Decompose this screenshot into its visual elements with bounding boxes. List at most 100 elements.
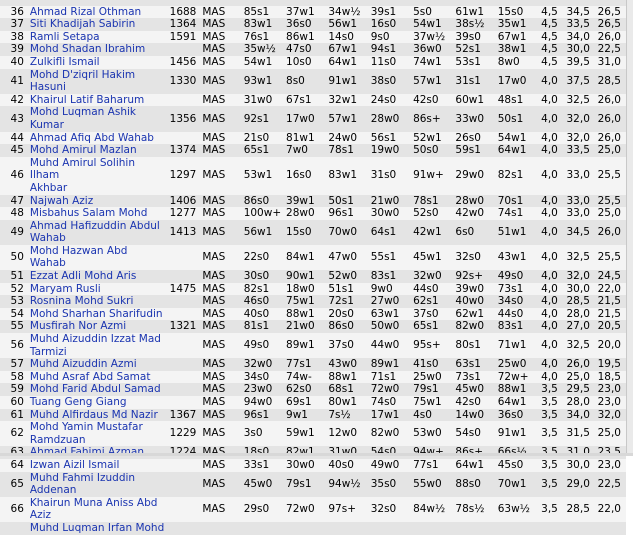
player-name-link[interactable]: Ahmad Hafizuddin Abdul [30, 220, 160, 232]
round-7-cell: 71w1 [495, 333, 541, 359]
federation-cell [200, 521, 242, 535]
player-name-link[interactable]: Mohd Luqman Ashik Kumar [30, 106, 136, 131]
player-name-link[interactable]: Ahmad Afiq Abd Wahab [30, 132, 154, 144]
rating-cell: 1229 [165, 421, 201, 447]
player-name-link[interactable]: Mohd Yamin Mustafar [30, 421, 143, 433]
points-cell: 3,5 [540, 421, 561, 447]
round-5-cell [411, 521, 454, 535]
player-name-link[interactable]: Muhd Fahmi Izuddin Addenan [30, 472, 135, 497]
player-name-link[interactable]: Ramli Setapa [30, 31, 100, 43]
table-row: 61 Muhd Alfirdaus Md Nazir 1367 MAS 96s1 9w1 7… [0, 408, 626, 422]
player-name-cell: Mohd D'ziqril Hakim Hasuni [27, 68, 166, 94]
rating-cell [165, 358, 201, 371]
tiebreak-1-cell: 34,5 [560, 219, 595, 245]
player-name-link[interactable]: Muhd Amirul Solihin Ilham [30, 157, 135, 182]
player-name-cell: Musfirah Nor Azmi [27, 320, 166, 334]
round-2-cell: 69s1 [284, 396, 327, 409]
player-name-link[interactable]: Muhd Alfirdaus Md Nazir [30, 409, 158, 421]
player-name-cell: Najwah Aziz [27, 194, 166, 208]
rank-cell: 58 [0, 370, 28, 384]
rating-cell [165, 521, 201, 535]
round-1-cell: 54w1 [241, 55, 285, 69]
round-5-cell: 57w1 [411, 68, 454, 94]
player-name-link[interactable]: — [30, 0, 41, 5]
rating-cell [165, 43, 201, 56]
round-4-cell: 82w0 [368, 421, 412, 447]
player-name-link[interactable]: Akhbar [30, 182, 67, 194]
player-name-link[interactable]: Muhd Aizuddin Azmi [30, 358, 137, 370]
tiebreak-1-cell: 29,5 [560, 383, 595, 396]
rating-cell: 1364 [165, 18, 201, 31]
round-1-cell: 35w½ [241, 43, 285, 56]
player-name-link[interactable]: Khairun Muna Aniss Abd Aziz [30, 497, 158, 522]
round-1-cell: 29s0 [241, 496, 285, 522]
player-name-link[interactable]: Wahab [30, 232, 66, 244]
player-name-link[interactable]: Tuang Geng Giang [30, 396, 127, 408]
tiebreak-2-cell: 32,0 [594, 408, 626, 422]
round-1-cell: 86s0 [241, 194, 285, 208]
rank-cell: 52 [0, 282, 28, 296]
player-name-link[interactable]: Ahmad Rizal Othman [30, 6, 141, 18]
player-name-cell: Mohd Farid Abdul Samad [27, 383, 166, 396]
player-name-link[interactable]: Siti Khadijah Sabirin [30, 18, 135, 30]
player-name-link[interactable]: Musfirah Nor Azmi [30, 320, 126, 332]
player-name-link[interactable]: Muhd Aizuddin Izzat Mad [30, 333, 161, 345]
tiebreak-2-cell: 25,5 [594, 244, 626, 271]
federation-cell: MAS [200, 5, 242, 19]
player-name-link[interactable]: Mohd Sharhan Sharifudin [30, 308, 163, 320]
tiebreak-2-cell: 26,0 [594, 106, 626, 132]
tiebreak-2-cell: 26,0 [594, 219, 626, 245]
player-name-link[interactable]: Misbahus Salam Mohd [30, 207, 147, 219]
round-5-cell: 53w0 [411, 421, 454, 447]
federation-cell: MAS [200, 370, 242, 384]
rank-cell: 37 [0, 18, 28, 31]
federation-cell: MAS [200, 307, 242, 321]
player-name-link[interactable]: Mohd Hazwan Abd Wahab [30, 245, 128, 270]
player-name-link[interactable]: Ramdzuan [30, 434, 86, 446]
player-name-link[interactable]: Maryam Rusli [30, 283, 101, 295]
player-name-link[interactable]: Zulkifli Ismail [30, 56, 100, 68]
player-name-link[interactable]: Mohd Farid Abdul Samad [30, 383, 161, 395]
round-4-cell: 38s0 [368, 68, 412, 94]
federation-cell: MAS [200, 219, 242, 245]
player-name-cell: Izwan Aizil Ismail [27, 458, 166, 472]
tiebreak-1-cell: 28,0 [560, 396, 595, 409]
player-name-link[interactable]: Rosnina Mohd Sukri [30, 295, 134, 307]
player-name-link[interactable]: Mohd Amirul Mazlan [30, 144, 137, 156]
round-3-cell: 64w1 [326, 55, 369, 69]
round-2-cell: 67s1 [284, 93, 327, 107]
round-2-cell: 28w0 [284, 207, 327, 220]
player-name-link[interactable]: Muhd Luqman Irfan Mohd [30, 522, 164, 534]
rating-cell [165, 295, 201, 308]
round-1-cell: 53w1 [241, 156, 285, 195]
federation-cell: MAS [200, 471, 242, 497]
player-name-link[interactable]: Mohd Shadan Ibrahim [30, 43, 145, 55]
player-name-link[interactable]: Muhd Asraf Abd Samat [30, 371, 151, 383]
table-row: 52 Maryam Rusli 1475 MAS 82s1 18w0 51s1 9w0 44s0… [0, 282, 626, 296]
points-cell: 4,0 [540, 307, 561, 321]
player-name-cell: Muhd Aizuddin Azmi [27, 358, 166, 371]
player-name-link[interactable]: Mohd D'ziqril Hakim Hasuni [30, 69, 135, 94]
round-4-cell: 55s1 [368, 244, 412, 271]
player-name-link[interactable]: Najwah Aziz [30, 195, 93, 207]
points-cell: 4,0 [540, 370, 561, 384]
round-6-cell: 28w0 [453, 194, 496, 208]
table-row: 43 Mohd Luqman Ashik Kumar 1356 MAS 92s1 17w0… [0, 106, 626, 132]
rank-cell: 56 [0, 333, 28, 359]
player-name-link[interactable]: Khairul Latif Baharum [30, 94, 144, 106]
round-4-cell: 19w0 [368, 144, 412, 157]
table-row: 37 Siti Khadijah Sabirin 1364 MAS 83w1 36s0 56… [0, 18, 626, 31]
federation-cell: MAS [200, 320, 242, 334]
player-name-link[interactable]: Ezzat Adli Mohd Aris [30, 270, 136, 282]
player-name-link[interactable]: Izwan Aizil Ismail [30, 459, 119, 471]
round-6-cell: 42s0 [453, 396, 496, 409]
vertical-scrollbar[interactable] [626, 0, 633, 456]
tiebreak-1-cell: 32,5 [560, 93, 595, 107]
round-2-cell: 18w0 [284, 282, 327, 296]
tiebreak-1-cell: 31,5 [560, 421, 595, 447]
table-row: 59 Mohd Farid Abdul Samad MAS 23w0 62s0 68s1 7… [0, 383, 626, 396]
round-6-cell: 52s1 [453, 43, 496, 56]
player-name-link[interactable]: Tarmizi [30, 346, 67, 358]
round-1-cell: 92s1 [241, 106, 285, 132]
round-4-cell: 9w0 [368, 282, 412, 296]
